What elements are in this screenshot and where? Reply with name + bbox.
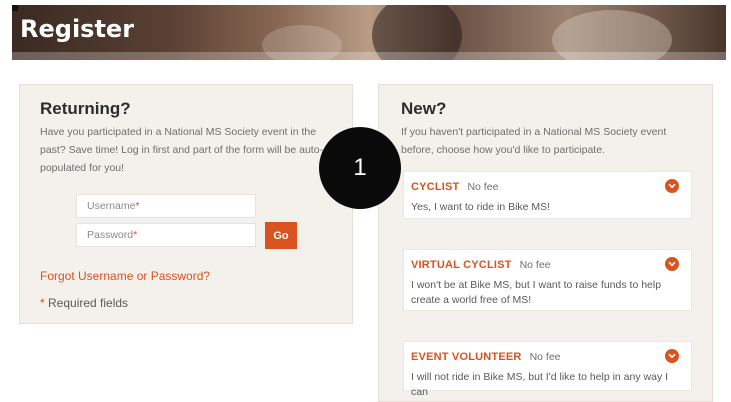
returning-description: Have you participated in a National MS S… <box>40 126 324 174</box>
option-title: VIRTUAL CYCLIST <box>411 259 512 271</box>
new-title: New? <box>401 99 447 118</box>
banner-stripe <box>12 52 726 60</box>
option-description: I won't be at Bike MS, but I want to rai… <box>411 279 662 306</box>
option-title: CYCLIST <box>411 181 460 193</box>
password-label: Password <box>87 229 134 241</box>
option-cyclist[interactable]: CYCLIST No fee Yes, I want to ride in Bik… <box>403 171 692 219</box>
step-number-badge: 1 <box>319 127 401 209</box>
option-fee: No fee <box>467 181 499 193</box>
chevron-down-icon[interactable] <box>665 179 679 193</box>
option-fee: No fee <box>519 259 551 271</box>
username-required-marker: * <box>135 200 140 212</box>
option-event-volunteer[interactable]: EVENT VOLUNTEER No fee I will not ride in… <box>403 341 692 398</box>
chevron-down-icon[interactable] <box>665 349 679 363</box>
option-title: EVENT VOLUNTEER <box>411 351 522 363</box>
required-marker: * <box>40 296 45 310</box>
username-label: Username <box>87 200 136 212</box>
username-field[interactable]: Username* <box>76 194 256 218</box>
returning-panel: Returning? Have you participated in a Na… <box>19 84 353 324</box>
forgot-credentials-link[interactable]: Forgot Username or Password? <box>40 269 210 283</box>
returning-title: Returning? <box>40 99 131 118</box>
chevron-down-icon[interactable] <box>665 257 679 271</box>
new-description: If you haven't participated in a Nationa… <box>401 126 667 156</box>
header-banner: Register <box>12 5 726 60</box>
option-description: I will not ride in Bike MS, but I'd like… <box>411 371 669 398</box>
required-fields-text: Required fields <box>48 296 129 310</box>
password-field[interactable]: Password* <box>76 223 256 247</box>
required-fields-note: * Required fields <box>40 296 128 310</box>
option-name: EVENT VOLUNTEER No fee <box>411 351 561 363</box>
go-button[interactable]: Go <box>265 222 297 249</box>
option-description: Yes, I want to ride in Bike MS! <box>411 201 551 213</box>
option-virtual-cyclist[interactable]: VIRTUAL CYCLIST No fee I won't be at Bike… <box>403 249 692 311</box>
corner-marker <box>12 5 18 11</box>
password-required-marker: * <box>133 229 138 241</box>
option-name: CYCLIST No fee <box>411 181 498 193</box>
option-fee: No fee <box>529 351 561 363</box>
option-name: VIRTUAL CYCLIST No fee <box>411 259 551 271</box>
page-title: Register <box>20 15 135 43</box>
new-panel: New? If you haven't participated in a Na… <box>378 84 713 402</box>
